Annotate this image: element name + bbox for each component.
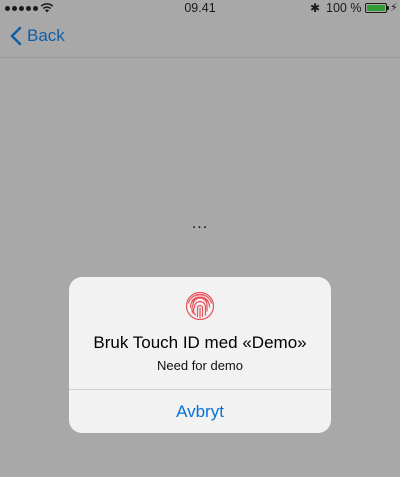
touch-id-dialog: Bruk Touch ID med «Demo» Need for demo A…	[69, 277, 331, 433]
battery-percent: 100 %	[326, 1, 362, 15]
dialog-message: Need for demo	[157, 358, 243, 373]
fingerprint-icon	[185, 291, 215, 321]
status-bar: 09.41 ✱ 100 % ⚡	[0, 0, 400, 18]
nav-bar: Back	[0, 18, 400, 58]
charging-icon: ⚡	[390, 2, 398, 14]
bluetooth-icon: ✱	[310, 1, 321, 15]
battery-icon	[365, 3, 389, 13]
loading-indicator: ...	[191, 215, 209, 232]
chevron-left-icon	[10, 26, 22, 46]
back-button[interactable]: Back	[10, 26, 65, 46]
dialog-title: Bruk Touch ID med «Demo»	[93, 333, 307, 352]
back-label: Back	[27, 26, 65, 45]
screen: 09.41 ✱ 100 % ⚡ Back ... Bruk Touch ID m…	[0, 0, 400, 477]
cancel-button[interactable]: Avbryt	[69, 390, 331, 433]
